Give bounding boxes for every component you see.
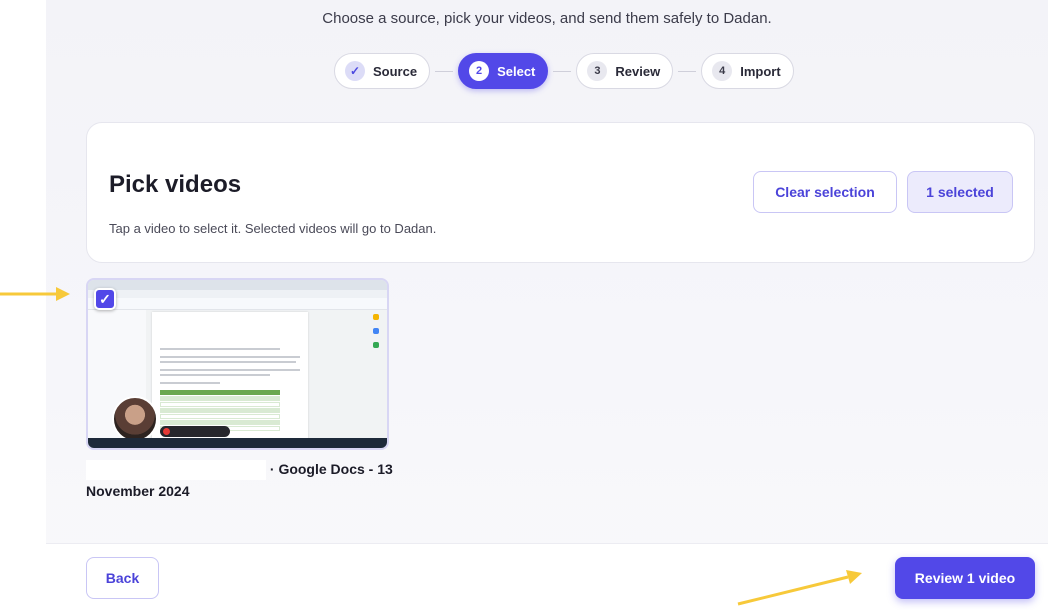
card-title: Pick videos	[109, 171, 242, 198]
page-subtitle: Choose a source, pick your videos, and s…	[322, 10, 772, 27]
step-source[interactable]: ✓ Source	[334, 53, 431, 89]
thumb-right-rail	[373, 314, 383, 434]
step-import[interactable]: 4 Import	[701, 53, 794, 89]
main-panel: Choose a source, pick your videos, and s…	[46, 0, 1048, 610]
thumb-toolbar	[88, 298, 387, 310]
selected-checkbox-icon[interactable]: ✓	[94, 288, 116, 310]
step-label: Select	[497, 63, 536, 79]
recording-controls	[160, 426, 230, 437]
step-label: Source	[373, 63, 418, 79]
thumb-url-bar	[88, 290, 387, 298]
redacted-block	[86, 460, 266, 481]
webcam-avatar	[112, 396, 158, 442]
video-thumbnail[interactable]: ✓	[86, 278, 389, 450]
step-connector	[678, 70, 697, 72]
step-number: 3	[587, 61, 608, 81]
footer-bar: Back Review 1 video	[46, 543, 1048, 610]
thumb-browser-bar	[88, 280, 387, 290]
check-icon: ✓	[345, 61, 365, 81]
back-button[interactable]: Back	[86, 557, 159, 599]
step-label: Review	[615, 63, 661, 79]
card-description: Tap a video to select it. Selected video…	[109, 221, 437, 236]
video-title-line1: · Google Docs - 13	[269, 461, 393, 477]
selected-count-badge: 1 selected	[907, 171, 1013, 213]
thumb-doc-page	[152, 312, 308, 440]
video-title: · Google Docs - 13 November 2024	[86, 458, 396, 502]
step-number: 2	[469, 61, 490, 81]
review-button[interactable]: Review 1 video	[895, 557, 1035, 599]
stepper: ✓ Source 2 Select 3 Review 4 Import	[334, 53, 794, 89]
step-label: Import	[740, 63, 781, 79]
step-connector	[435, 70, 454, 72]
step-number: 4	[712, 61, 733, 81]
step-review[interactable]: 3 Review	[576, 53, 674, 89]
thumb-taskbar	[88, 438, 387, 448]
clear-selection-button[interactable]: Clear selection	[753, 171, 897, 213]
pick-videos-card: Pick videos Tap a video to select it. Se…	[86, 122, 1035, 263]
step-connector	[553, 70, 572, 72]
video-title-line2: November 2024	[86, 483, 190, 500]
step-select[interactable]: 2 Select	[458, 53, 549, 89]
